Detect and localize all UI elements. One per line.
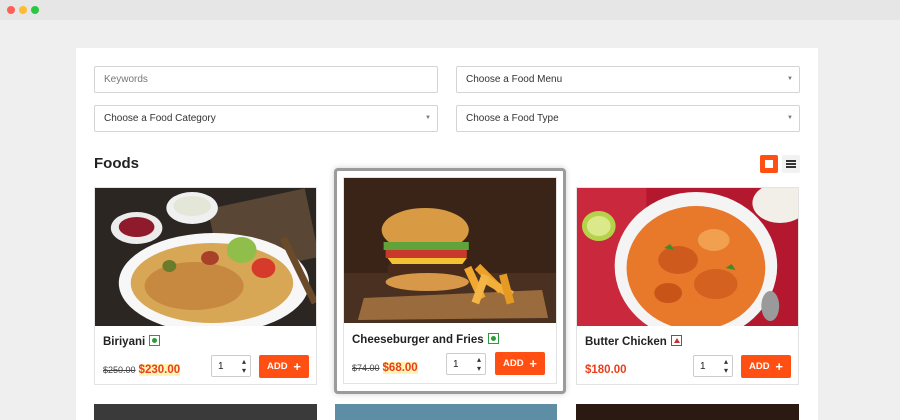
- plus-icon: +: [293, 359, 301, 374]
- section-title: Foods: [94, 155, 139, 172]
- food-card-next-row[interactable]: [335, 404, 557, 420]
- current-price: $230.00: [138, 364, 181, 376]
- chevron-down-icon: ▼: [787, 115, 793, 121]
- plus-icon: +: [529, 356, 537, 371]
- veg-indicator-icon: [149, 335, 161, 346]
- food-category-select[interactable]: Choose a Food Category ▼: [94, 105, 438, 132]
- food-name: Biriyani: [103, 335, 161, 348]
- quantity-value: 1: [700, 361, 706, 372]
- increase-quantity-icon[interactable]: ▴: [724, 358, 728, 366]
- close-window-button[interactable]: [7, 6, 15, 14]
- food-image-cheeseburger: [344, 178, 556, 323]
- food-name: Cheeseburger and Fries: [352, 333, 499, 346]
- non-veg-indicator-icon: [670, 335, 682, 346]
- old-price: $250.00: [103, 365, 136, 375]
- add-button-label: ADD: [503, 358, 524, 369]
- food-type-select-label: Choose a Food Type: [466, 113, 559, 124]
- food-card-cheeseburger[interactable]: Cheeseburger and Fries $74.00 $68.00 1 ▴ …: [343, 177, 557, 384]
- food-name: Butter Chicken: [585, 335, 682, 348]
- food-card-next-row[interactable]: [576, 404, 799, 420]
- list-view-button[interactable]: [782, 155, 800, 173]
- food-category-select-label: Choose a Food Category: [104, 113, 216, 124]
- add-to-cart-button[interactable]: ADD +: [495, 352, 545, 375]
- quantity-value: 1: [453, 359, 459, 370]
- old-price: $74.00: [352, 363, 380, 373]
- price-group: $74.00 $68.00: [352, 358, 418, 376]
- food-card-next-row[interactable]: [94, 404, 317, 420]
- chevron-down-icon: ▼: [787, 76, 793, 82]
- increase-quantity-icon[interactable]: ▴: [242, 358, 246, 366]
- food-image-biriyani: [95, 188, 316, 326]
- increase-quantity-icon[interactable]: ▴: [477, 356, 481, 364]
- food-name-text: Butter Chicken: [585, 336, 667, 348]
- quantity-value: 1: [218, 361, 224, 372]
- add-button-label: ADD: [749, 361, 770, 372]
- quantity-stepper[interactable]: 1 ▴ ▾: [446, 353, 486, 375]
- current-price: $68.00: [382, 362, 418, 374]
- window-titlebar: [0, 0, 900, 20]
- keywords-field[interactable]: [94, 66, 438, 93]
- add-to-cart-button[interactable]: ADD +: [741, 355, 791, 378]
- current-price: $180.00: [585, 364, 627, 376]
- grid-view-icon: [765, 160, 773, 168]
- quantity-stepper[interactable]: 1 ▴ ▾: [693, 355, 733, 377]
- quantity-stepper[interactable]: 1 ▴ ▾: [211, 355, 251, 377]
- food-name-text: Biriyani: [103, 336, 146, 348]
- food-menu-select-label: Choose a Food Menu: [466, 74, 563, 85]
- add-button-label: ADD: [267, 361, 288, 372]
- maximize-window-button[interactable]: [31, 6, 39, 14]
- food-card-butter-chicken[interactable]: Butter Chicken $180.00 1 ▴ ▾ ADD +: [576, 187, 799, 385]
- minimize-window-button[interactable]: [19, 6, 27, 14]
- food-menu-select[interactable]: Choose a Food Menu ▼: [456, 66, 800, 93]
- decrease-quantity-icon[interactable]: ▾: [724, 367, 728, 375]
- decrease-quantity-icon[interactable]: ▾: [242, 367, 246, 375]
- add-to-cart-button[interactable]: ADD +: [259, 355, 309, 378]
- food-card-cheeseburger-highlighted[interactable]: Cheeseburger and Fries $74.00 $68.00 1 ▴ …: [334, 168, 566, 394]
- food-name-text: Cheeseburger and Fries: [352, 334, 484, 346]
- food-image-butter-chicken: [577, 188, 798, 326]
- food-card-biriyani[interactable]: Biriyani $250.00 $230.00 1 ▴ ▾ ADD +: [94, 187, 317, 385]
- food-type-select[interactable]: Choose a Food Type ▼: [456, 105, 800, 132]
- chevron-down-icon: ▼: [425, 115, 431, 121]
- keywords-input[interactable]: [104, 74, 424, 85]
- grid-view-button[interactable]: [760, 155, 778, 173]
- decrease-quantity-icon[interactable]: ▾: [477, 365, 481, 373]
- plus-icon: +: [775, 359, 783, 374]
- veg-indicator-icon: [487, 333, 499, 344]
- price-group: $180.00: [585, 360, 627, 378]
- price-group: $250.00 $230.00: [103, 360, 181, 378]
